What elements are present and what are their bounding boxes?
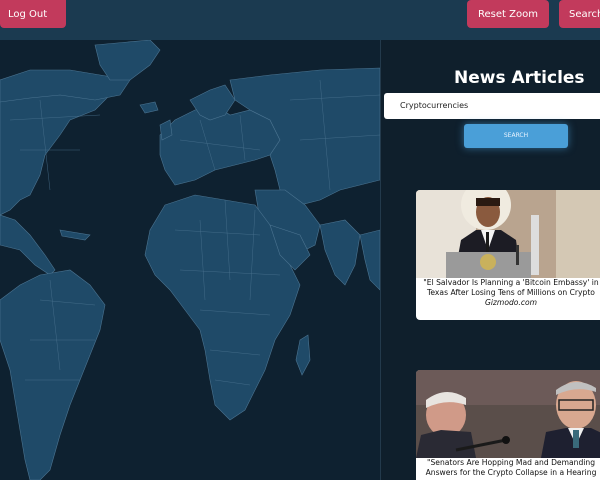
southeast-asia — [359, 229, 380, 291]
india — [319, 219, 361, 286]
madagascar — [295, 334, 311, 376]
search-nav-button[interactable]: Search — [559, 0, 600, 28]
article-image[interactable] — [416, 190, 600, 278]
article-source: Gizmodo.com — [484, 298, 538, 307]
cuba — [59, 229, 91, 241]
article-headline[interactable]: "Senators Are Hopping Mad and Demanding … — [416, 458, 600, 478]
world-map[interactable] — [0, 40, 380, 480]
article-headline[interactable]: "El Salvador Is Planning a 'Bitcoin Emba… — [416, 278, 600, 298]
news-article-card[interactable]: "El Salvador Is Planning a 'Bitcoin Emba… — [416, 190, 600, 320]
news-article-card[interactable]: "Senators Are Hopping Mad and Demanding … — [416, 370, 600, 480]
logout-button[interactable]: Log Out — [0, 0, 66, 28]
news-title: News Articles — [454, 68, 585, 88]
central-america — [0, 214, 56, 276]
greenland — [94, 40, 161, 81]
world-map-svg[interactable] — [0, 40, 380, 480]
article-image[interactable] — [416, 370, 600, 458]
continents[interactable] — [0, 40, 380, 480]
news-search-button[interactable]: SEARCH — [464, 124, 568, 148]
news-panel: News Articles Cryptocurrencies SEARCH "E… — [381, 40, 600, 480]
iceland — [139, 101, 159, 114]
news-search-input[interactable]: Cryptocurrencies — [384, 93, 600, 119]
reset-zoom-button[interactable]: Reset Zoom — [467, 0, 549, 28]
article-photo-1 — [416, 190, 600, 278]
article-photo-2 — [416, 370, 600, 458]
